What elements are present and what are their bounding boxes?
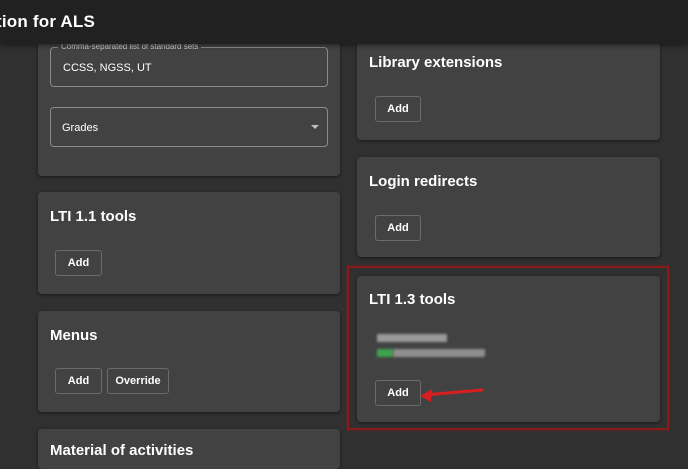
app-title: tion for ALS [0,12,96,31]
arrow-svg [420,388,484,402]
app-bar: tion for ALS [0,0,688,44]
